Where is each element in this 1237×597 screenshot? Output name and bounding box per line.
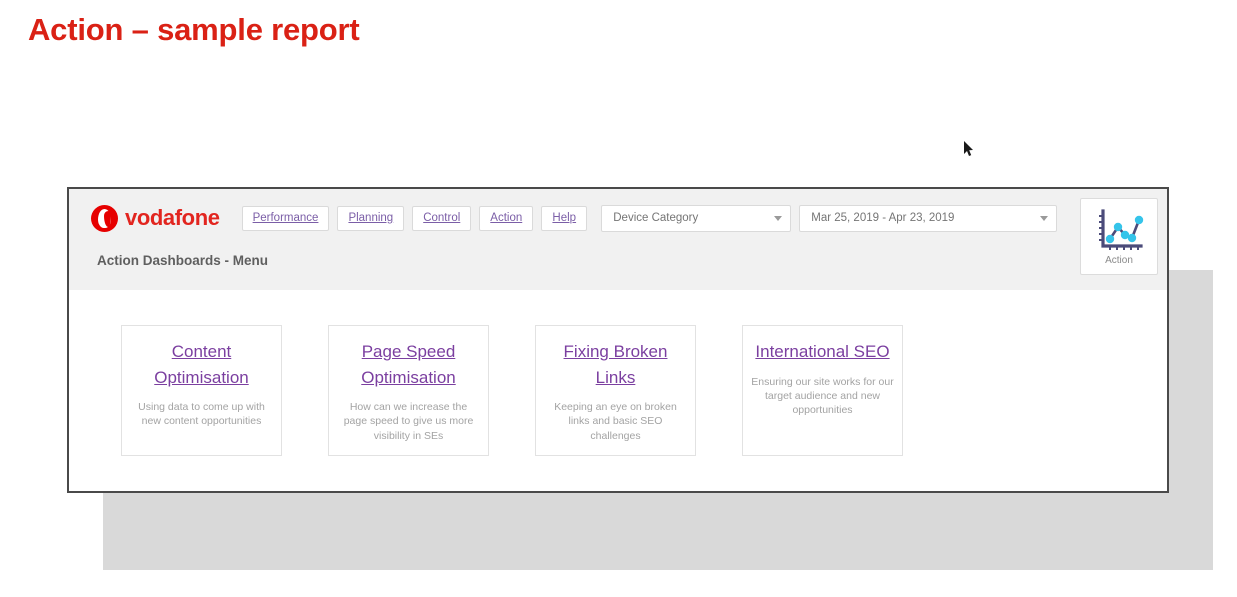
nav-button-action[interactable]: Action — [479, 205, 534, 231]
dashboard-body: Content Optimisation Using data to come … — [69, 290, 1167, 491]
nav-button-help[interactable]: Help — [541, 205, 588, 231]
vodafone-wordmark: vodafone — [125, 205, 220, 230]
device-category-dropdown[interactable]: Device Category — [601, 204, 792, 232]
menu-card-international-seo[interactable]: International SEO Ensuring our site work… — [742, 325, 903, 456]
menu-card-description: Using data to come up with new content o… — [138, 401, 265, 428]
device-category-value: Device Category — [613, 212, 699, 224]
header-toolbar: vodafone Performance Planning Control Ac… — [69, 189, 1167, 247]
menu-card-link[interactable]: Fixing Broken Links — [544, 339, 687, 390]
menu-card-content-optimisation[interactable]: Content Optimisation Using data to come … — [121, 325, 282, 456]
page-title: Action – sample report — [28, 12, 360, 47]
date-range-value: Mar 25, 2019 - Apr 23, 2019 — [811, 212, 955, 224]
menu-card-description: Ensuring our site works for our target a… — [751, 375, 894, 417]
dashboard-header: vodafone Performance Planning Control Ac… — [69, 189, 1167, 290]
vodafone-logo: vodafone — [91, 204, 220, 232]
menu-card-link[interactable]: International SEO — [755, 339, 889, 365]
action-tile-label: Action — [1105, 254, 1133, 266]
menu-card-row: Content Optimisation Using data to come … — [69, 325, 1167, 456]
nav-button-performance[interactable]: Performance — [241, 205, 330, 231]
date-range-dropdown[interactable]: Mar 25, 2019 - Apr 23, 2019 — [799, 204, 1058, 232]
action-dashboard-tile[interactable]: Action — [1080, 198, 1158, 275]
nav-button-planning[interactable]: Planning — [337, 205, 405, 231]
dashboard-screenshot-frame: vodafone Performance Planning Control Ac… — [67, 187, 1169, 493]
chevron-down-icon — [1040, 215, 1049, 221]
menu-card-description: Keeping an eye on broken links and basic… — [554, 401, 677, 442]
vodafone-speechmark-icon — [91, 204, 118, 232]
nav-button-control[interactable]: Control — [412, 205, 472, 231]
menu-card-link[interactable]: Content Optimisation — [130, 339, 273, 390]
menu-card-page-speed-optimisation[interactable]: Page Speed Optimisation How can we incre… — [328, 325, 489, 456]
mouse-pointer-icon — [963, 140, 975, 158]
menu-card-link[interactable]: Page Speed Optimisation — [337, 339, 480, 390]
menu-card-fixing-broken-links[interactable]: Fixing Broken Links Keeping an eye on br… — [535, 325, 696, 456]
chevron-down-icon — [774, 215, 783, 221]
dashboard-subtitle: Action Dashboards - Menu — [97, 253, 269, 268]
menu-card-description: How can we increase the page speed to gi… — [343, 401, 474, 442]
line-chart-icon — [1094, 208, 1144, 254]
